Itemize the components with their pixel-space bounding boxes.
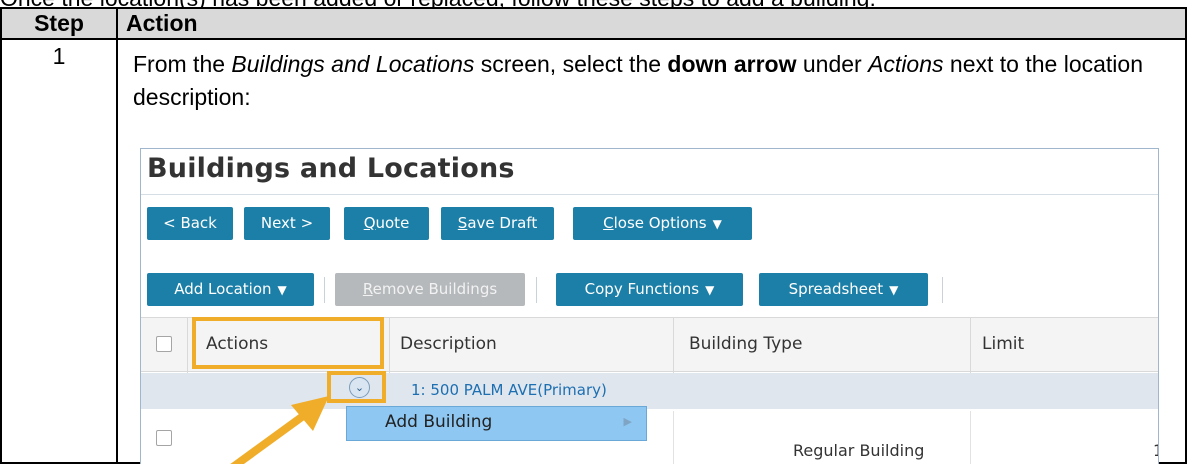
step-number: 1 xyxy=(0,38,118,464)
embedded-screenshot: Buildings and Locations < Back Next > Qu… xyxy=(140,148,1159,464)
table-header-row: Step Action xyxy=(0,7,1187,40)
pointer-arrow-icon xyxy=(230,396,329,464)
step-instruction: From the Buildings and Locations screen,… xyxy=(133,48,1163,114)
instruction-text: screen, select the xyxy=(474,51,668,77)
header-step: Step xyxy=(0,7,118,40)
instruction-text: under xyxy=(796,51,869,77)
instruction-text: From the xyxy=(133,51,232,77)
instruction-screen-name: Buildings and Locations xyxy=(231,51,475,77)
instruction-control-name: down arrow xyxy=(667,51,797,77)
header-action: Action xyxy=(116,7,1187,40)
instruction-column-name: Actions xyxy=(868,51,944,77)
